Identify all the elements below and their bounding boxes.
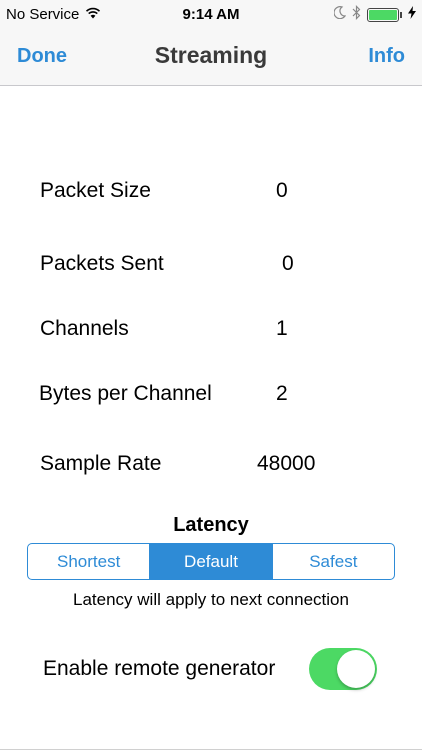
packets-sent-value: 0 [282, 252, 294, 275]
sample-rate-label: Sample Rate [40, 452, 162, 475]
sample-rate-value: 48000 [257, 452, 316, 475]
remote-generator-toggle[interactable] [309, 648, 377, 690]
bytes-per-channel-value: 2 [276, 382, 288, 405]
charging-bolt-icon [408, 6, 416, 23]
packet-size-label: Packet Size [40, 179, 151, 202]
battery-level-fill [369, 9, 397, 20]
latency-title: Latency [173, 514, 249, 536]
latency-option-shortest[interactable]: Shortest [28, 544, 149, 579]
bluetooth-icon [352, 5, 361, 24]
status-bar: No Service 9:14 AM [0, 0, 422, 30]
status-right [333, 5, 416, 24]
battery-icon [367, 7, 399, 22]
battery-tip [400, 11, 402, 18]
toggle-knob [337, 650, 375, 688]
latency-segmented-control: Shortest Default Safest [27, 543, 395, 580]
remote-generator-label: Enable remote generator [43, 657, 276, 680]
info-button[interactable]: Info [368, 45, 405, 68]
bytes-per-channel-label: Bytes per Channel [39, 382, 212, 405]
latency-option-default[interactable]: Default [149, 544, 272, 579]
moon-icon [333, 6, 347, 23]
channels-label: Channels [40, 317, 129, 340]
navigation-bar: Done Streaming Info [0, 30, 422, 86]
latency-option-safest[interactable]: Safest [271, 544, 394, 579]
packets-sent-label: Packets Sent [40, 252, 164, 275]
channels-value: 1 [276, 317, 288, 340]
latency-note: Latency will apply to next connection [73, 590, 349, 609]
packet-size-value: 0 [276, 179, 288, 202]
page-title: Streaming [154, 42, 268, 68]
